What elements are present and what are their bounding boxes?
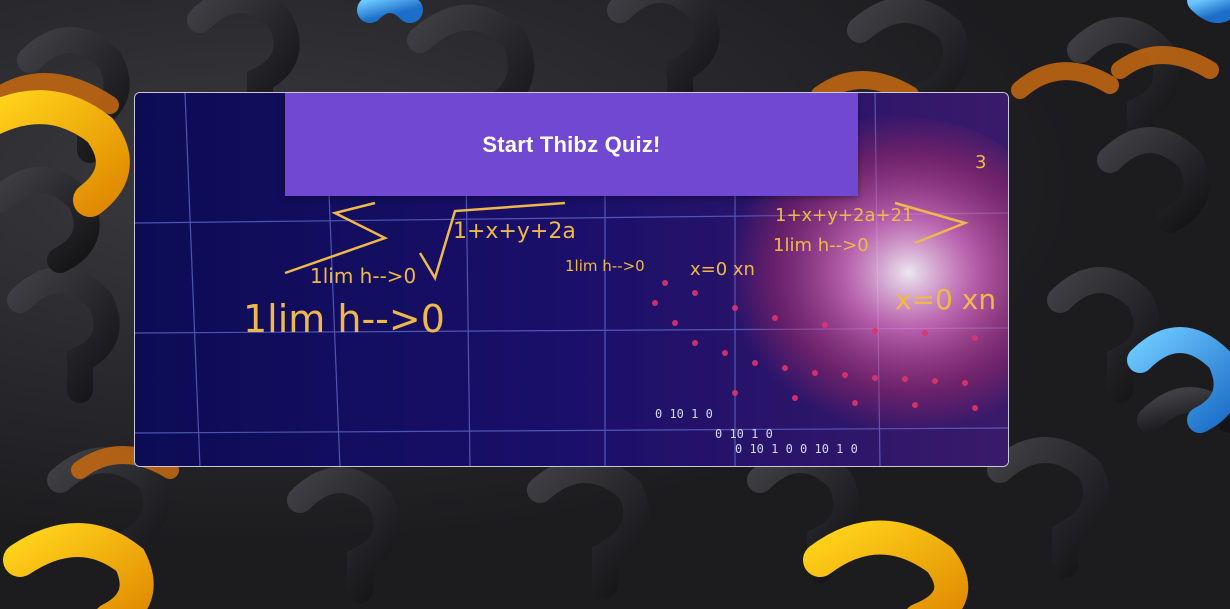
formula-text: 1lim h-->0 <box>773 235 869 256</box>
formula-text: 1+x+y+2a <box>453 219 576 244</box>
formula-text: 3 <box>975 152 986 173</box>
quiz-hero-card: 1lim h-->0 1lim h-->0 1+x+y+2a 1+x+y+2a+… <box>134 92 1009 467</box>
formula-text: 1+x+y+2a+21 <box>775 205 913 226</box>
formula-text: x=0 xn <box>895 283 996 316</box>
formula-text: 1lim h-->0 <box>565 257 645 275</box>
binary-text: 0 10 1 0 <box>715 427 773 441</box>
formula-text: 1lim h-->0 <box>310 264 416 288</box>
formula-text: x=0 xn <box>690 259 755 280</box>
binary-text: 0 10 1 0 0 10 1 0 <box>735 442 858 456</box>
formula-text: 1lim h-->0 <box>243 297 445 341</box>
start-quiz-button[interactable]: Start Thibz Quiz! <box>285 93 858 196</box>
binary-text: 0 10 1 0 <box>655 407 713 421</box>
